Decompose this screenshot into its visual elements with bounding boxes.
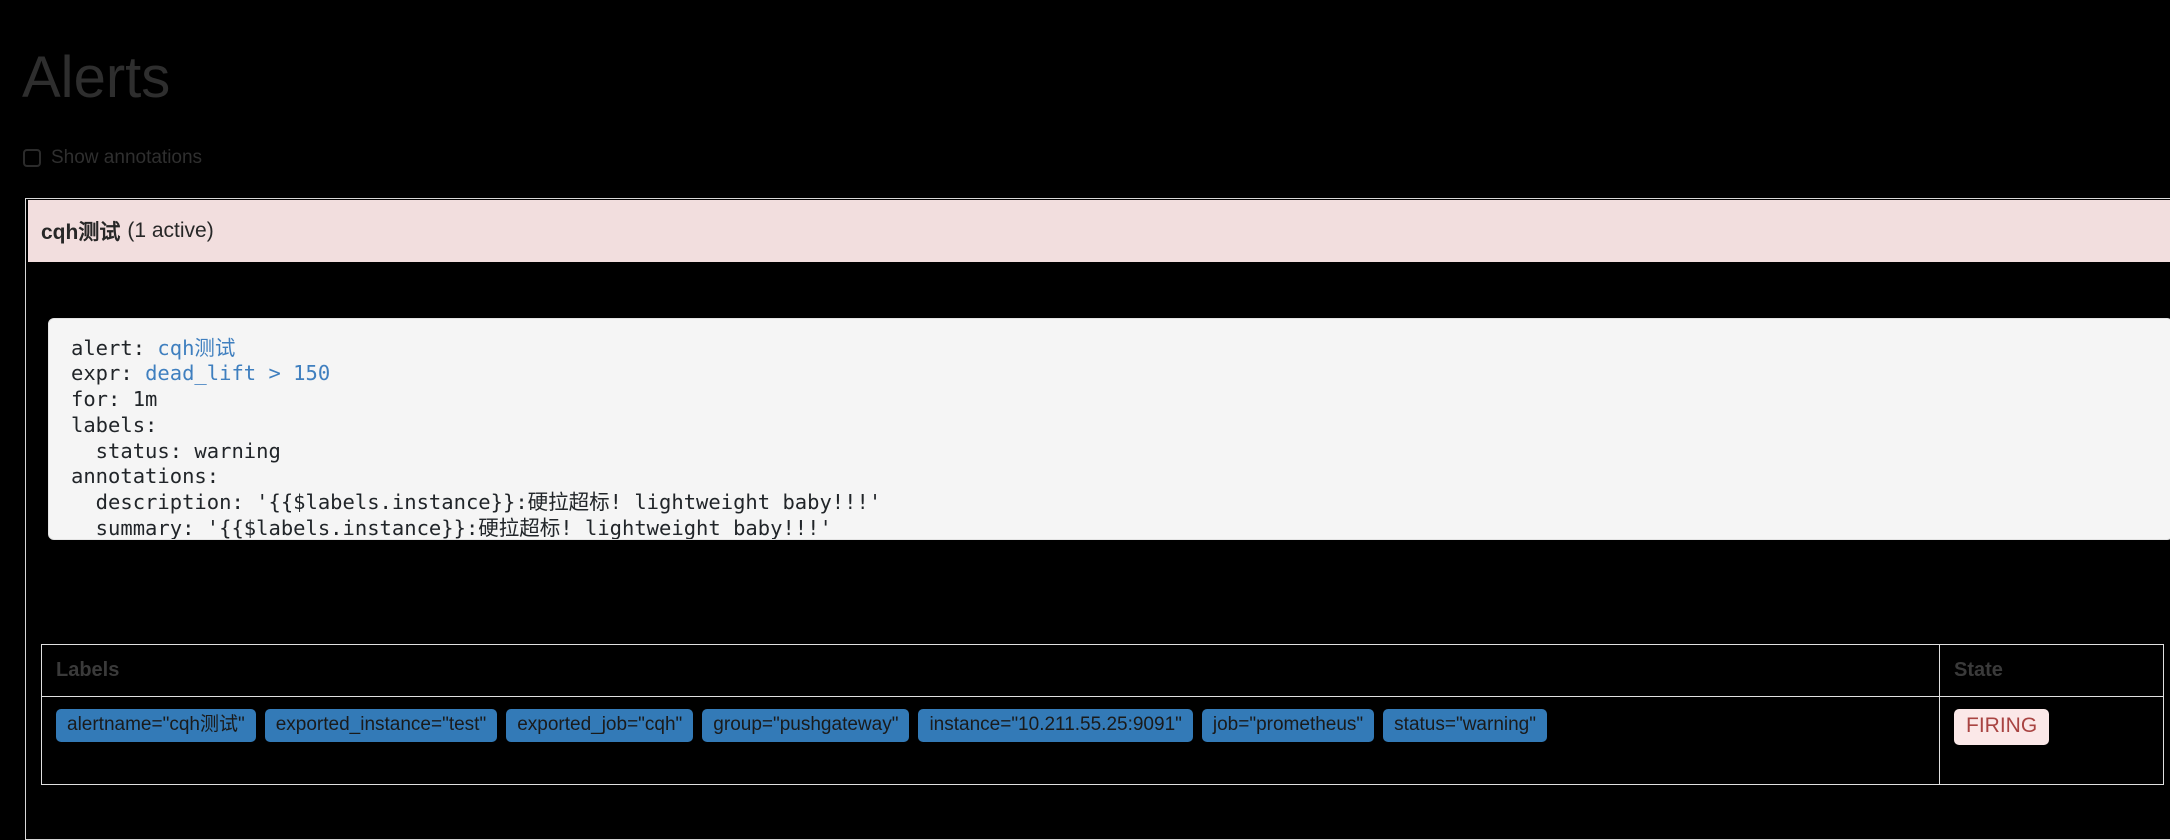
rule-annotations-description-line: description: '{{$labels.instance}}:硬拉超标!… <box>71 490 882 515</box>
alert-group-header[interactable]: cqh测试 (1 active) <box>28 200 2170 262</box>
show-annotations-label: Show annotations <box>51 147 203 168</box>
alert-instances-table: Labels State alertname="cqh测试" exported_… <box>41 644 2164 785</box>
rule-for-line: for: 1m <box>71 387 158 412</box>
rule-alert-key: alert: <box>71 335 158 360</box>
list-item[interactable]: exported_job="cqh" <box>506 709 694 742</box>
column-header-state[interactable]: State <box>1939 644 2164 697</box>
checkbox-unchecked-icon[interactable] <box>23 149 41 167</box>
rule-labels-line: labels: <box>71 412 158 437</box>
alert-group-panel: cqh测试 (1 active) alert: cqh测试 expr: dead… <box>25 198 2170 840</box>
list-item[interactable]: job="prometheus" <box>1201 709 1375 742</box>
list-item[interactable]: alertname="cqh测试" <box>56 709 256 742</box>
table-header-row: Labels State <box>41 644 2164 697</box>
table-row: alertname="cqh测试" exported_instance="tes… <box>41 696 2164 785</box>
column-header-labels[interactable]: Labels <box>41 644 1940 697</box>
labels-cell: alertname="cqh测试" exported_instance="tes… <box>41 696 1940 785</box>
page-title: Alerts <box>22 44 171 110</box>
table-body: alertname="cqh测试" exported_instance="tes… <box>41 696 2164 785</box>
show-annotations-control[interactable]: Show annotations <box>23 146 202 170</box>
rule-alert-value: cqh测试 <box>157 335 236 360</box>
status-badge: FIRING <box>1954 709 2050 745</box>
rule-expr-value: dead_lift > 150 <box>145 361 331 386</box>
list-item[interactable]: status="warning" <box>1383 709 1547 742</box>
rule-expr-key: expr: <box>71 361 146 386</box>
alerts-page: Alerts Show annotations cqh测试 (1 active)… <box>0 0 2170 840</box>
alert-group-active-count: (1 active) <box>127 219 214 242</box>
alert-rule-code-block: alert: cqh测试 expr: dead_lift > 150 for: … <box>48 317 2170 540</box>
state-cell: FIRING <box>1939 696 2164 785</box>
list-item[interactable]: group="pushgateway" <box>702 709 910 742</box>
rule-labels-status-line: status: warning <box>71 438 281 463</box>
list-item[interactable]: instance="10.211.55.25:9091" <box>918 709 1193 742</box>
list-item[interactable]: exported_instance="test" <box>264 709 498 742</box>
rule-annotations-line: annotations: <box>71 464 220 489</box>
label-badge-list: alertname="cqh测试" exported_instance="tes… <box>56 709 1556 742</box>
alert-group-name: cqh测试 <box>41 221 121 244</box>
rule-annotations-summary-line: summary: '{{$labels.instance}}:硬拉超标! lig… <box>71 516 832 540</box>
